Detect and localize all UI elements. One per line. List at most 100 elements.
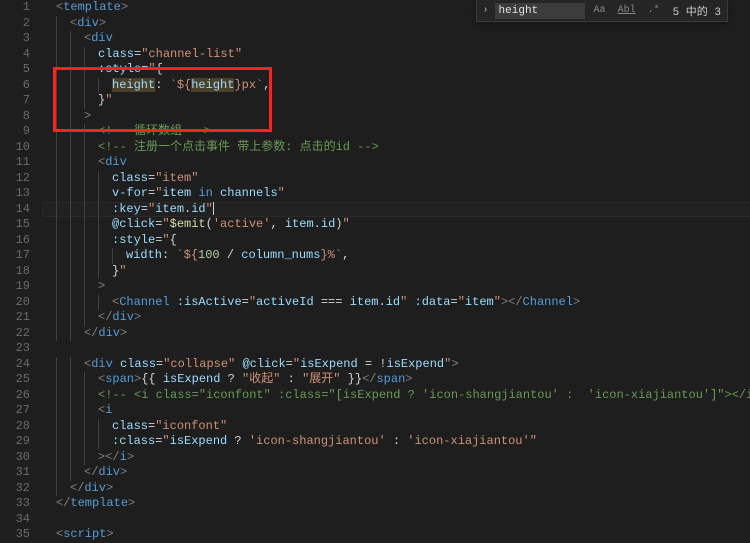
indent-guide bbox=[84, 217, 85, 233]
code-line[interactable]: class="channel-list" bbox=[42, 47, 750, 63]
code-line[interactable]: width: `${100 / column_nums}%`, bbox=[42, 248, 750, 264]
indent-guide bbox=[70, 310, 71, 326]
code-line[interactable]: <!-- <i class="iconfont" :class="[isExpe… bbox=[42, 388, 750, 404]
code-line[interactable]: :class="isExpend ? 'icon-shangjiantou' :… bbox=[42, 434, 750, 450]
indent-guide bbox=[56, 124, 57, 140]
indent-guide bbox=[84, 93, 85, 109]
find-toggle-icon[interactable]: › bbox=[483, 5, 489, 16]
code-content: </div> bbox=[42, 465, 127, 479]
indent-guide bbox=[84, 140, 85, 156]
code-line[interactable]: > bbox=[42, 109, 750, 125]
line-number: 22 bbox=[0, 326, 30, 342]
line-number: 18 bbox=[0, 264, 30, 280]
indent-guide bbox=[84, 419, 85, 435]
line-number: 11 bbox=[0, 155, 30, 171]
code-line[interactable]: <span>{{ isExpend ? "收起" : "展开" }}</span… bbox=[42, 372, 750, 388]
find-widget[interactable]: › Aa Abl .* 5 中的 3 bbox=[476, 0, 728, 22]
indent-guide bbox=[70, 403, 71, 419]
indent-guide bbox=[56, 16, 57, 32]
indent-guide bbox=[56, 31, 57, 47]
indent-guide bbox=[56, 93, 57, 109]
line-number: 3 bbox=[0, 31, 30, 47]
indent-guide bbox=[56, 62, 57, 78]
code-line[interactable]: height: `${height}px`, bbox=[42, 78, 750, 94]
line-number: 29 bbox=[0, 434, 30, 450]
find-option-case[interactable]: Aa bbox=[591, 4, 609, 17]
code-line[interactable]: </div> bbox=[42, 326, 750, 342]
indent-guide bbox=[70, 202, 71, 218]
code-line[interactable]: class="iconfont" bbox=[42, 419, 750, 435]
code-editor[interactable]: 1234567891011121314151617181920212223242… bbox=[0, 0, 750, 542]
code-content: width: `${100 / column_nums}%`, bbox=[42, 248, 349, 262]
find-option-word[interactable]: Abl bbox=[615, 4, 639, 17]
code-content: <div bbox=[42, 31, 113, 45]
code-line[interactable]: }" bbox=[42, 264, 750, 280]
find-option-regex[interactable]: .* bbox=[645, 4, 663, 17]
code-line[interactable]: }" bbox=[42, 93, 750, 109]
indent-guide bbox=[56, 140, 57, 156]
code-content: <script> bbox=[42, 527, 114, 541]
code-content: }" bbox=[42, 93, 112, 107]
indent-guide bbox=[56, 217, 57, 233]
line-number: 27 bbox=[0, 403, 30, 419]
code-line[interactable]: v-for="item in channels" bbox=[42, 186, 750, 202]
code-line[interactable]: <div bbox=[42, 155, 750, 171]
line-number: 31 bbox=[0, 465, 30, 481]
indent-guide bbox=[84, 264, 85, 280]
code-line[interactable]: </div> bbox=[42, 310, 750, 326]
code-line[interactable]: <div class="collapse" @click="isExpend =… bbox=[42, 357, 750, 373]
line-number: 15 bbox=[0, 217, 30, 233]
indent-guide bbox=[56, 171, 57, 187]
code-line[interactable] bbox=[42, 512, 750, 528]
code-line[interactable]: > bbox=[42, 279, 750, 295]
code-line[interactable] bbox=[42, 341, 750, 357]
code-line[interactable]: :style="{ bbox=[42, 233, 750, 249]
code-line[interactable]: </div> bbox=[42, 481, 750, 497]
code-content: class="channel-list" bbox=[42, 47, 242, 61]
code-line[interactable]: ></i> bbox=[42, 450, 750, 466]
code-line[interactable]: <i bbox=[42, 403, 750, 419]
indent-guide bbox=[70, 217, 71, 233]
code-line[interactable]: @click="$emit('active', item.id)" bbox=[42, 217, 750, 233]
line-number: 9 bbox=[0, 124, 30, 140]
code-area[interactable]: <template> <div > <div class="channel-list":… bbox=[42, 0, 750, 542]
indent-guide bbox=[56, 357, 57, 373]
code-line[interactable]: <div bbox=[42, 31, 750, 47]
code-line[interactable]: </div> bbox=[42, 465, 750, 481]
line-number: 7 bbox=[0, 93, 30, 109]
code-line[interactable]: <script> bbox=[42, 527, 750, 543]
code-line[interactable]: <Channel :isActive="activeId === item.id… bbox=[42, 295, 750, 311]
find-input[interactable] bbox=[495, 3, 585, 19]
line-number: 24 bbox=[0, 357, 30, 373]
code-content: :key="item.id" bbox=[42, 202, 214, 216]
code-line[interactable]: :key="item.id" bbox=[42, 202, 750, 218]
line-number: 2 bbox=[0, 16, 30, 32]
code-line[interactable]: class="item" bbox=[42, 171, 750, 187]
indent-guide bbox=[56, 310, 57, 326]
indent-guide bbox=[84, 310, 85, 326]
code-line[interactable]: <!-- 注册一个点击事件 带上参数: 点击的id --> bbox=[42, 140, 750, 156]
code-line[interactable]: <!-- 循环数组 --> bbox=[42, 124, 750, 140]
line-number: 1 bbox=[0, 0, 30, 16]
indent-guide bbox=[70, 124, 71, 140]
line-number: 23 bbox=[0, 341, 30, 357]
code-content: > bbox=[42, 279, 105, 293]
line-number: 12 bbox=[0, 171, 30, 187]
find-result-count: 5 中的 3 bbox=[673, 3, 721, 19]
code-line[interactable]: </template> bbox=[42, 496, 750, 512]
code-content: <template> bbox=[42, 0, 128, 14]
indent-guide bbox=[56, 388, 57, 404]
line-number: 25 bbox=[0, 372, 30, 388]
code-line[interactable]: :style="{ bbox=[42, 62, 750, 78]
indent-guide bbox=[70, 62, 71, 78]
indent-guide bbox=[56, 481, 57, 497]
indent-guide bbox=[70, 47, 71, 63]
indent-guide bbox=[70, 419, 71, 435]
code-content: </div> bbox=[42, 481, 113, 495]
indent-guide bbox=[98, 233, 99, 249]
code-content: height: `${height}px`, bbox=[42, 78, 270, 92]
indent-guide bbox=[70, 248, 71, 264]
indent-guide bbox=[84, 279, 85, 295]
indent-guide bbox=[84, 388, 85, 404]
indent-guide bbox=[56, 419, 57, 435]
